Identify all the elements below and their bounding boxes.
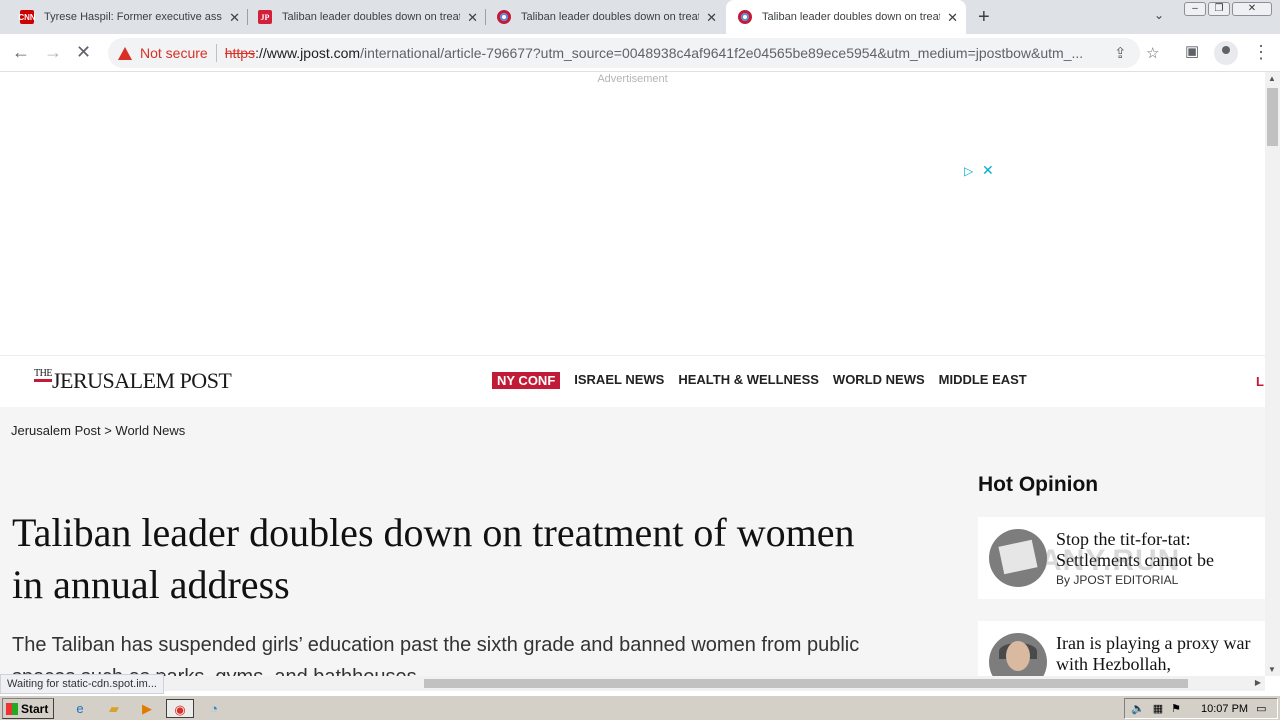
scroll-up-arrow-icon[interactable]: ▲	[1268, 74, 1276, 83]
jpost-circle-favicon	[738, 10, 752, 24]
tab-title: Tyrese Haspil: Former executive assi	[44, 11, 222, 23]
warning-triangle-icon	[118, 46, 132, 60]
chrome-icon[interactable]: ◉	[166, 699, 194, 718]
scrollbar-thumb[interactable]	[1267, 88, 1278, 146]
action-center-flag-icon[interactable]: ⚑	[1171, 702, 1181, 715]
menu-kebab-icon[interactable]: ⋮	[1252, 42, 1270, 62]
share-icon[interactable]: ⇪	[1114, 44, 1127, 62]
scroll-right-arrow-icon[interactable]: ▶	[1255, 678, 1261, 687]
hot-opinion-heading: Hot Opinion	[978, 473, 1099, 496]
jpost-circle-favicon	[497, 10, 511, 24]
forward-arrow-icon[interactable]: →	[44, 42, 62, 62]
volume-icon[interactable]: 🔈	[1131, 702, 1145, 715]
tab-title: Taliban leader doubles down on treat	[521, 11, 699, 23]
newspaper-image	[998, 539, 1038, 575]
article-headline: Taliban leader doubles down on treatment…	[12, 510, 855, 607]
new-tab-icon[interactable]: +	[978, 6, 990, 29]
close-window-icon[interactable]: ✕	[1232, 2, 1272, 16]
start-label: Start	[21, 701, 49, 716]
author-avatar	[989, 633, 1047, 676]
tab-cnn[interactable]: CNN Tyrese Haspil: Former executive assi…	[0, 0, 248, 34]
not-secure-label[interactable]: Not secure	[140, 45, 208, 61]
tab-title: Taliban leader doubles down on treat	[762, 11, 940, 23]
back-arrow-icon[interactable]: ←	[12, 42, 30, 62]
jp-favicon: JP	[258, 10, 272, 24]
anyrun-watermark: ANY.RUN	[1040, 544, 1181, 577]
url-path: /international/article-796677?utm_source…	[360, 45, 1084, 61]
edge-icon[interactable]: ◔	[204, 699, 224, 718]
breadcrumb[interactable]: Jerusalem Post > World News	[11, 423, 185, 438]
nav-item-ny-conf[interactable]: NY CONF	[492, 372, 561, 389]
article-content: Jerusalem Post > World News Taliban lead…	[0, 407, 1265, 676]
show-desktop-icon[interactable]: ▭	[1256, 702, 1266, 715]
clock[interactable]: 10:07 PM	[1201, 703, 1248, 715]
adchoices-icon[interactable]: ▷	[964, 164, 973, 178]
vertical-scrollbar[interactable]: ▲ ▼	[1265, 72, 1280, 676]
tab-search-chevron-icon[interactable]: ⌄	[1154, 8, 1164, 22]
side-panel-icon[interactable]: ▣	[1185, 42, 1199, 62]
advertisement-label: Advertisement	[597, 73, 668, 85]
media-player-icon[interactable]: ▶	[137, 699, 157, 718]
opinion-card[interactable]: Iran is playing a proxy war with Hezboll…	[978, 621, 1265, 676]
url-text[interactable]: https://www.jpost.com/international/arti…	[225, 45, 1099, 61]
site-navigation: THEJERUSALEM POST NY CONF ISRAEL NEWS HE…	[0, 355, 1265, 407]
url-scheme: https	[224, 45, 256, 61]
folder-icon[interactable]: ▰	[104, 699, 124, 718]
windows-flag-icon	[6, 702, 18, 715]
scroll-down-arrow-icon[interactable]: ▼	[1268, 665, 1276, 674]
network-icon[interactable]: ▦	[1153, 702, 1163, 715]
restore-window-icon[interactable]: ❐	[1208, 2, 1230, 16]
logo-the: THE	[34, 368, 52, 382]
tab-jpost-active[interactable]: Taliban leader doubles down on treat ✕	[726, 0, 966, 34]
ad-close-icon[interactable]: ✕	[982, 162, 994, 179]
url-host: ://www.jpost.com	[255, 45, 361, 61]
status-bubble: Waiting for static-cdn.spot.im...	[0, 674, 164, 694]
tab-jpost-2[interactable]: Taliban leader doubles down on treat ✕	[477, 0, 725, 34]
nav-links: NY CONF ISRAEL NEWS HEALTH & WELLNESS WO…	[492, 372, 1027, 389]
nav-item-world-news[interactable]: WORLD NEWS	[833, 372, 925, 389]
nav-item-health-wellness[interactable]: HEALTH & WELLNESS	[678, 372, 819, 389]
logo-name: JERUSALEM POST	[51, 368, 232, 393]
tab-close-icon[interactable]: ✕	[706, 10, 717, 26]
web-page: Advertisement ▷ ✕ THEJERUSALEM POST NY C…	[0, 72, 1265, 676]
minimize-window-icon[interactable]: –	[1184, 2, 1206, 16]
stop-loading-icon[interactable]: ✕	[76, 42, 91, 62]
nav-item-cut-off[interactable]: L	[1256, 374, 1264, 389]
start-button[interactable]: Start	[2, 698, 54, 719]
horizontal-scrollbar[interactable]: ▶	[0, 676, 1265, 691]
tab-strip: CNN Tyrese Haspil: Former executive assi…	[0, 0, 1280, 34]
system-tray: 🔈 ▦ ⚑ 10:07 PM ▭	[1124, 698, 1278, 719]
opinion-title[interactable]: Iran is playing a proxy war with Hezboll…	[1056, 633, 1261, 675]
profile-avatar-icon[interactable]	[1214, 41, 1238, 65]
nav-item-middle-east[interactable]: MIDDLE EAST	[939, 372, 1027, 389]
internet-explorer-icon[interactable]: e	[70, 699, 90, 718]
tab-title: Taliban leader doubles down on treat	[282, 11, 460, 23]
scrollbar-thumb[interactable]	[424, 679, 1188, 688]
cnn-favicon: CNN	[18, 10, 36, 24]
jerusalem-post-logo[interactable]: THEJERUSALEM POST	[34, 368, 232, 394]
tab-jpost-1[interactable]: JP Taliban leader doubles down on treat …	[238, 0, 486, 34]
windows-taskbar: Start e ▰ ▶ ◉ ◔ 🔈 ▦ ⚑ 10:07 PM ▭	[0, 695, 1280, 720]
address-bar[interactable]: Not secure https://www.jpost.com/interna…	[108, 38, 1159, 68]
browser-toolbar: ← → ✕ Not secure https://www.jpost.com/i…	[0, 34, 1280, 72]
author-face	[1006, 641, 1030, 671]
article-summary: The Taliban has suspended girls’ educati…	[12, 634, 860, 676]
newspaper-avatar	[989, 529, 1047, 587]
nav-item-israel-news[interactable]: ISRAEL NEWS	[574, 372, 664, 389]
omnibox-divider	[215, 44, 217, 62]
bookmark-star-icon[interactable]: ☆	[1146, 44, 1159, 62]
tab-close-icon[interactable]: ✕	[947, 10, 958, 26]
